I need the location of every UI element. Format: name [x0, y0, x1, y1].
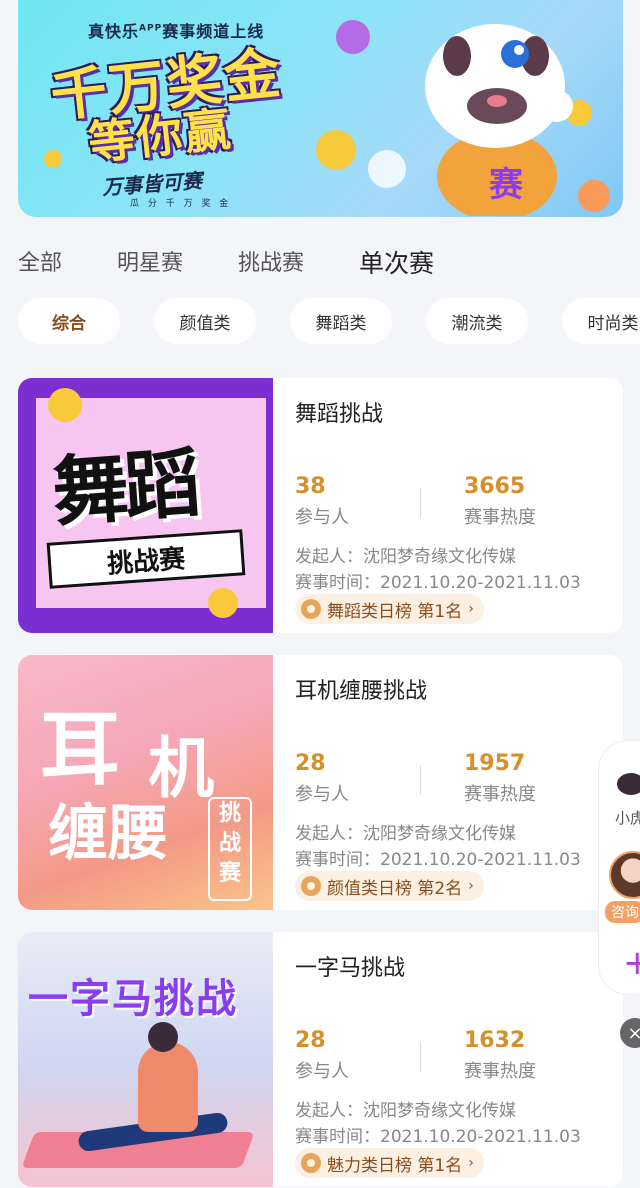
filter-chips: 综合 颜值类 舞蹈类 潮流类 时尚类 [18, 298, 640, 346]
medal-icon [301, 876, 321, 896]
contest-thumbnail: 耳 机 缠腰 挑战赛 [18, 655, 273, 910]
rank-badge[interactable]: 舞蹈类日榜 第1名 › [295, 594, 484, 624]
avatar[interactable] [609, 851, 640, 899]
promo-banner[interactable]: 真快乐APP赛事频道上线 千万奖金 等你赢 万事皆可赛 瓜 分 千 万 奖 金 … [18, 0, 623, 217]
chip-trend[interactable]: 潮流类 [426, 298, 528, 344]
contest-card[interactable]: 耳 机 缠腰 挑战赛 耳机缠腰挑战 28 参与人 1957 赛事热度 发起人：沈… [18, 655, 623, 910]
contest-card[interactable]: 舞蹈 挑战赛 舞蹈挑战 38 参与人 3665 赛事热度 发起人：沈阳梦奇缘文化… [18, 378, 623, 633]
chip-fashion[interactable]: 时尚类 [562, 298, 640, 344]
heat-stat: 1632 赛事热度 [464, 1028, 536, 1082]
rank-badge[interactable]: 颜值类日榜 第2名 › [295, 871, 484, 901]
emoji-bubble-icon [316, 130, 356, 170]
contest-thumbnail: 舞蹈 挑战赛 [18, 378, 273, 633]
chip-dance[interactable]: 舞蹈类 [290, 298, 392, 344]
plus-icon[interactable]: + [623, 946, 640, 980]
participants-stat: 38 参与人 [295, 474, 349, 528]
medal-icon [301, 599, 321, 619]
contest-time-text: 赛事时间：2021.10.20-2021.11.03 [295, 850, 581, 870]
medal-icon [301, 1153, 321, 1173]
chip-looks[interactable]: 颜值类 [154, 298, 256, 344]
organizer-text: 发起人：沈阳梦奇缘文化传媒 [295, 824, 516, 844]
tab-star[interactable]: 明星赛 [117, 246, 183, 286]
chevron-right-icon: › [468, 601, 474, 617]
heat-stat: 1957 赛事热度 [464, 751, 536, 805]
tiger-assistant-icon[interactable] [617, 773, 640, 795]
svg-text:赛: 赛 [489, 165, 524, 205]
chevron-right-icon: › [468, 878, 474, 894]
emoji-bubble-icon [368, 150, 406, 188]
category-tabs: 全部 明星赛 挑战赛 单次赛 [18, 246, 640, 286]
participants-stat: 28 参与人 [295, 751, 349, 805]
close-button[interactable]: × [620, 1018, 640, 1048]
emoji-bubble-icon [44, 150, 62, 168]
banner-headline-2: 等你赢 [85, 101, 235, 171]
contest-title: 舞蹈挑战 [295, 402, 384, 427]
tab-challenge[interactable]: 挑战赛 [238, 246, 304, 286]
chip-overall[interactable]: 综合 [18, 298, 120, 344]
assistant-label[interactable]: 小虎 [615, 807, 640, 828]
organizer-text: 发起人：沈阳梦奇缘文化传媒 [295, 1101, 516, 1121]
banner-subtitle: 瓜 分 千 万 奖 金 [130, 199, 232, 209]
contest-thumbnail: 一字马挑战 [18, 932, 273, 1187]
chevron-right-icon: › [468, 1155, 474, 1171]
contest-title: 一字马挑战 [295, 956, 406, 981]
floating-side-panel: 小虎 咨询 + [598, 740, 640, 995]
contest-time-text: 赛事时间：2021.10.20-2021.11.03 [295, 1127, 581, 1147]
tab-all[interactable]: 全部 [18, 246, 62, 286]
participants-stat: 28 参与人 [295, 1028, 349, 1082]
rank-badge[interactable]: 魅力类日榜 第1名 › [295, 1148, 484, 1178]
consult-button[interactable]: 咨询 [605, 901, 640, 923]
emoji-bubble-icon [336, 20, 370, 54]
tab-single[interactable]: 单次赛 [359, 246, 434, 286]
heat-stat: 3665 赛事热度 [464, 474, 536, 528]
organizer-text: 发起人：沈阳梦奇缘文化传媒 [295, 547, 516, 567]
contest-card[interactable]: 一字马挑战 一字马挑战 28 参与人 1632 赛事热度 发起人：沈阳梦奇缘文化… [18, 932, 623, 1187]
contest-title: 耳机缠腰挑战 [295, 679, 428, 704]
tiger-mascot-icon: 赛 [425, 24, 573, 216]
contest-time-text: 赛事时间：2021.10.20-2021.11.03 [295, 573, 581, 593]
